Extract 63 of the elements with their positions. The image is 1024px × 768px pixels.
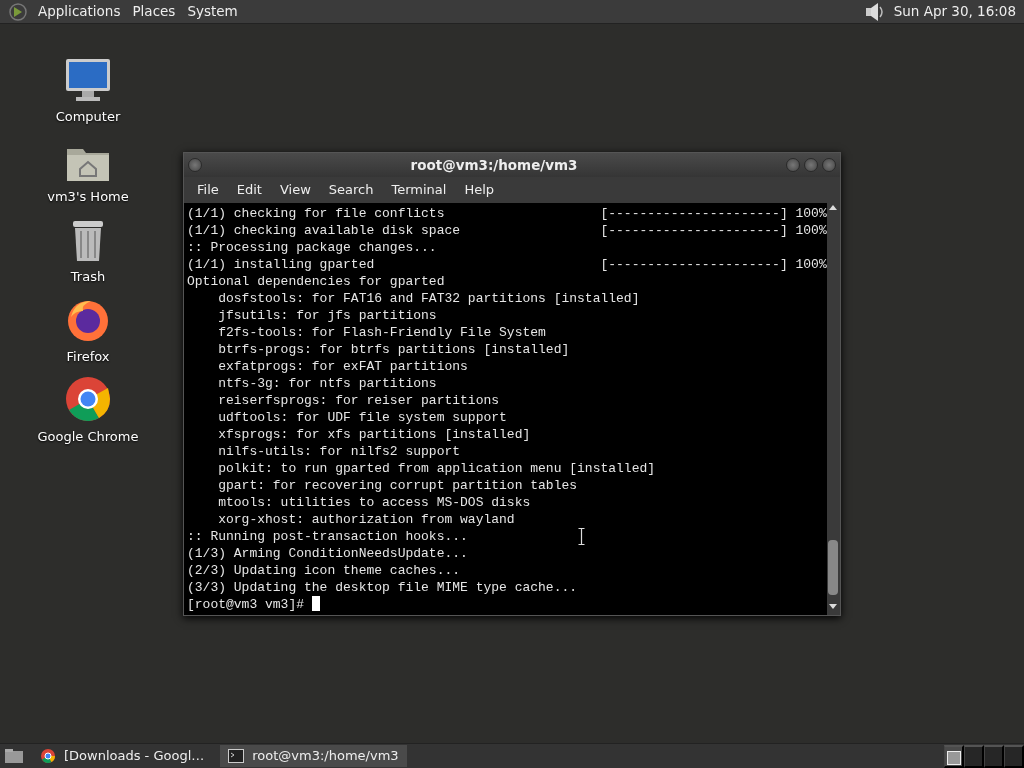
terminal-line: xfsprogs: for xfs partitions [installed] (217, 427, 531, 442)
progress-text: [----------------------] 100% (600, 257, 827, 272)
icon-label[interactable]: vm3's Home (47, 186, 129, 206)
close-button[interactable] (822, 158, 836, 172)
distro-logo-icon[interactable] (8, 1, 28, 22)
terminal-line: (1/1) installing gparted (187, 256, 376, 273)
taskbar-item[interactable]: [Downloads - Googl… (32, 745, 213, 767)
computer-icon[interactable] (64, 56, 112, 103)
text-cursor-icon (578, 528, 585, 545)
terminal-line: reiserfsprogs: for reiser partitions (217, 393, 500, 408)
terminal-line: exfatprogs: for exFAT partitions (217, 359, 468, 374)
terminal-line: polkit: to run gparted from application menu [installed] (217, 461, 656, 476)
window-title: root@vm3:/home/vm3 (409, 155, 579, 175)
progress-text: [----------------------] 100% (600, 223, 827, 238)
scroll-down-icon[interactable] (828, 603, 839, 611)
progress-text: [----------------------] 100% (600, 206, 827, 221)
terminal-line: (1/3) Arming ConditionNeedsUpdate... (187, 546, 468, 561)
terminal-icon (228, 749, 245, 763)
text-cursor (312, 596, 321, 611)
prompt-text: [root@vm3 vm3]# (187, 597, 305, 612)
icon-label[interactable]: Computer (55, 106, 121, 126)
terminal-line: (1/1) checking available disk space (187, 222, 462, 239)
maximize-button[interactable] (804, 158, 818, 172)
panel-menu[interactable]: System (181, 1, 244, 22)
panel-menu[interactable]: Places (126, 1, 182, 22)
terminal-line: dosfstools: for FAT16 and FAT32 partitions [installed] (217, 291, 640, 306)
terminal-line: gpart: for recovering corrupt partition tables (217, 478, 578, 493)
terminal-line: Optional dependencies for gparted (187, 274, 445, 289)
chrome-icon (40, 748, 56, 764)
clock[interactable]: Sun Apr 30, 16:08 (893, 1, 1016, 22)
menu-item[interactable]: Help (455, 180, 504, 200)
window-menu-button[interactable] (188, 158, 202, 172)
icon-label[interactable]: Firefox (66, 346, 110, 366)
terminal-line: xorg-xhost: authorization from wayland (217, 512, 515, 527)
terminal-line: ntfs-3g: for ntfs partitions (217, 376, 437, 391)
taskbar-item[interactable]: root@vm3:/home/vm3 (220, 745, 407, 767)
workspace[interactable] (944, 744, 964, 768)
show-desktop-icon[interactable] (4, 748, 24, 764)
menu-item[interactable]: Search (319, 180, 383, 200)
terminal-line: jfsutils: for jfs partitions (217, 308, 437, 323)
terminal-line: :: Processing package changes... (187, 240, 437, 255)
terminal-line: udftools: for UDF file system support (217, 410, 507, 425)
terminal-line: (2/3) Updating icon theme caches... (187, 563, 461, 578)
menu-item[interactable]: Terminal (382, 180, 456, 200)
minimize-button[interactable] (786, 158, 800, 172)
terminal-line: :: Running post-transaction hooks... (187, 529, 468, 544)
chrome-icon[interactable] (64, 374, 112, 423)
terminal-line: nilfs-utils: for nilfs2 support (217, 444, 461, 459)
panel-menu[interactable]: Applications (32, 1, 127, 22)
terminal-line: mtools: utilities to access MS-DOS disks (217, 495, 531, 510)
trash-icon[interactable] (70, 218, 106, 263)
terminal-line: (3/3) Updating the desktop file MIME type cache... (187, 580, 578, 595)
terminal-line: f2fs-tools: for Flash-Friendly File System (217, 325, 546, 340)
icon-label[interactable]: Trash (70, 266, 106, 286)
terminal-line: (1/1) checking for file conflicts (187, 205, 446, 222)
scrollbar-thumb[interactable] (828, 540, 839, 595)
menu-item[interactable]: View (270, 180, 320, 200)
menu-item[interactable]: Edit (227, 180, 271, 200)
icon-label[interactable]: Google Chrome (37, 426, 139, 446)
terminal-line: btrfs-progs: for btrfs partitions [installed] (217, 342, 570, 357)
menu-item[interactable]: File (188, 180, 228, 200)
speaker-icon[interactable] (863, 1, 886, 22)
scrollbar[interactable] (826, 203, 840, 615)
